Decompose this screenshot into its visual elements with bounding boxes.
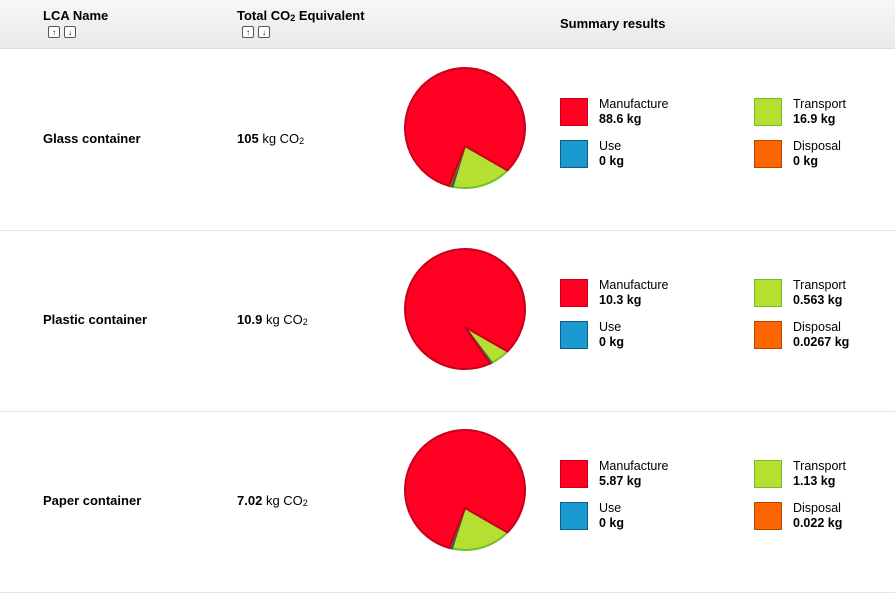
legend-swatch-use: [560, 140, 588, 168]
column-lca-name: LCA Name ↑ ↓: [43, 8, 108, 38]
legend-transport: Transport 0.563 kg: [754, 278, 846, 308]
legend-label: Transport: [793, 278, 847, 292]
legend-label: Disposal: [793, 501, 841, 515]
total-co2-value: 7.02 kg CO2: [237, 493, 308, 508]
legend-value: 1.13 kg: [793, 474, 836, 488]
legend-value: 0 kg: [793, 154, 819, 168]
legend-swatch-transport: [754, 279, 782, 307]
legend-swatch-use: [560, 321, 588, 349]
legend-use: Use 0 kg: [560, 501, 624, 531]
legend-swatch-disposal: [754, 502, 782, 530]
legend-swatch-disposal: [754, 321, 782, 349]
pie-slice-manufacture: [404, 248, 526, 370]
total-unit: kg CO: [262, 131, 300, 146]
legend-transport: Transport 16.9 kg: [754, 97, 846, 127]
legend-label: Use: [599, 320, 622, 334]
legend-transport: Transport 1.13 kg: [754, 459, 846, 489]
legend-value: 0 kg: [599, 154, 625, 168]
legend-swatch-transport: [754, 460, 782, 488]
table-row: Glass container 105 kg CO2 Manufacture 88.6…: [0, 49, 895, 231]
legend-label: Manufacture: [599, 97, 669, 111]
legend-value: 0.0267 kg: [793, 335, 850, 349]
legend-manufacture: Manufacture 5.87 kg: [560, 459, 668, 489]
sort-descending-icon[interactable]: ↓: [64, 26, 76, 38]
legend-value: 88.6 kg: [599, 112, 642, 126]
legend-label: Manufacture: [599, 459, 669, 473]
legend-swatch-disposal: [754, 140, 782, 168]
legend-label: Use: [599, 139, 622, 153]
legend-use: Use 0 kg: [560, 320, 624, 350]
legend-label: Transport: [793, 459, 847, 473]
column-total-co2-label: Total CO2 Equivalent: [237, 8, 365, 23]
lca-name: Plastic container: [43, 312, 148, 327]
summary-pie-chart: [404, 67, 526, 189]
lca-name: Glass container: [43, 131, 141, 146]
legend-disposal: Disposal 0.0267 kg: [754, 320, 849, 350]
legend-value: 0.022 kg: [793, 516, 843, 530]
summary-pie-chart: [404, 248, 526, 370]
legend-swatch-transport: [754, 98, 782, 126]
total-number: 7.02: [237, 493, 263, 508]
legend-label: Transport: [793, 97, 847, 111]
sort-ascending-icon[interactable]: ↑: [48, 26, 60, 38]
legend-swatch-manufacture: [560, 460, 588, 488]
legend-disposal: Disposal 0.022 kg: [754, 501, 842, 531]
column-summary-results: Summary results: [560, 16, 666, 31]
legend-swatch-manufacture: [560, 279, 588, 307]
sort-descending-icon[interactable]: ↓: [258, 26, 270, 38]
legend-label: Disposal: [793, 320, 841, 334]
legend-label: Use: [599, 501, 622, 515]
legend-value: 5.87 kg: [599, 474, 642, 488]
legend-value: 0.563 kg: [793, 293, 843, 307]
legend-value: 0 kg: [599, 335, 625, 349]
legend-value: 0 kg: [599, 516, 625, 530]
legend-value: 10.3 kg: [599, 293, 642, 307]
legend-use: Use 0 kg: [560, 139, 624, 169]
total-co2-value: 10.9 kg CO2: [237, 312, 308, 327]
sort-ascending-icon[interactable]: ↑: [242, 26, 254, 38]
legend-manufacture: Manufacture 10.3 kg: [560, 278, 668, 308]
legend-label: Disposal: [793, 139, 841, 153]
legend-swatch-manufacture: [560, 98, 588, 126]
column-lca-name-label: LCA Name: [43, 8, 109, 23]
legend-label: Manufacture: [599, 278, 669, 292]
summary-pie-chart: [404, 429, 526, 551]
total-number: 10.9: [237, 312, 263, 327]
legend-swatch-use: [560, 502, 588, 530]
column-total-co2: Total CO2 Equivalent ↑ ↓: [237, 8, 365, 38]
table-header: LCA Name ↑ ↓ Total CO2 Equivalent ↑ ↓ Su…: [0, 0, 895, 49]
total-co2-value: 105 kg CO2: [237, 131, 305, 146]
table-row: Plastic container 10.9 kg CO2 Manufacture 1…: [0, 230, 895, 412]
total-unit: kg CO: [265, 493, 303, 508]
total-unit: kg CO: [265, 312, 303, 327]
legend-value: 16.9 kg: [793, 112, 836, 126]
legend-manufacture: Manufacture 88.6 kg: [560, 97, 668, 127]
lca-name: Paper container: [43, 493, 142, 508]
total-number: 105: [237, 131, 259, 146]
table-row: Paper container 7.02 kg CO2 Manufacture 5.8…: [0, 411, 895, 593]
legend-disposal: Disposal 0 kg: [754, 139, 841, 169]
